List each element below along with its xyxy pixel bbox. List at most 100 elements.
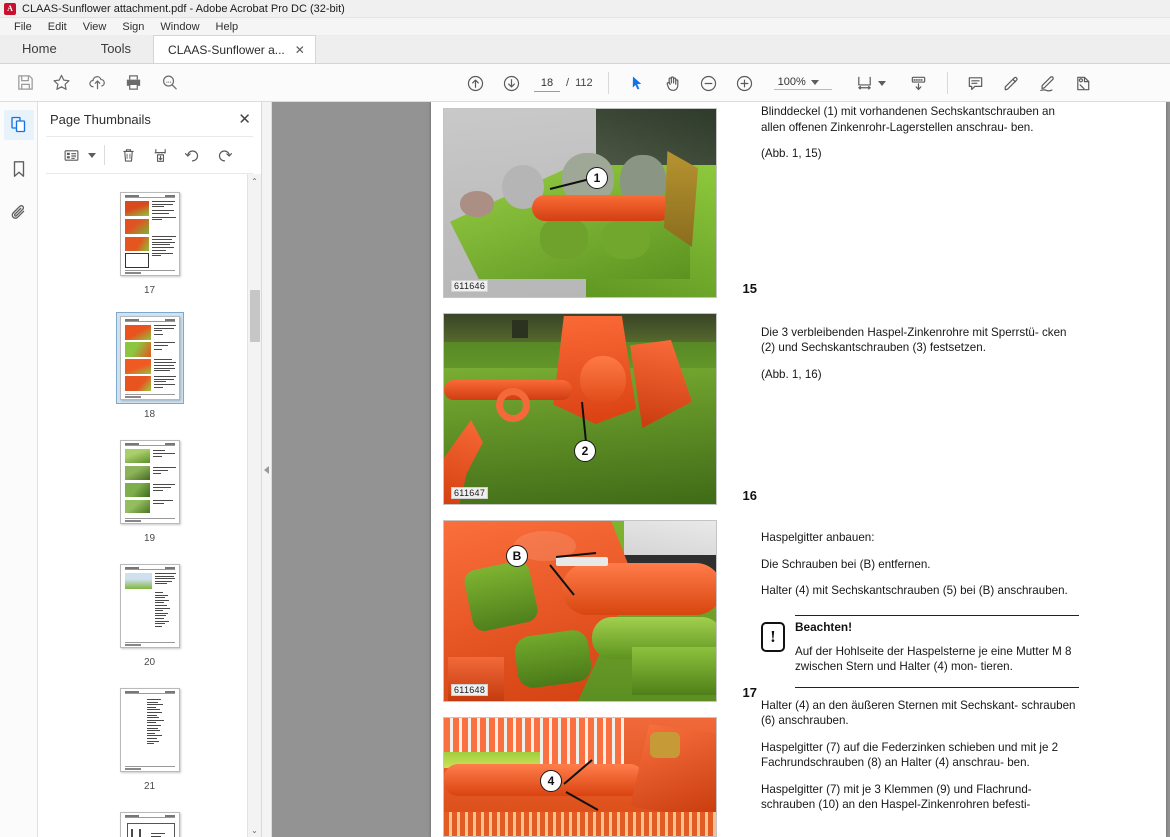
chevron-down-icon xyxy=(810,79,819,85)
thumbnail-page-20 xyxy=(119,564,180,648)
page-thumbnails-icon[interactable] xyxy=(3,110,34,140)
figure-15-callout: 1 xyxy=(586,167,608,189)
select-tool-icon[interactable] xyxy=(620,68,654,98)
paragraph-2: Die 3 verbleibenden Haspel-Zinkenrohre m… xyxy=(761,325,1067,355)
page-number-input[interactable] xyxy=(534,74,560,92)
zoom-level-select[interactable]: 100% xyxy=(773,76,832,90)
page-navigation: / 112 xyxy=(534,74,593,92)
toolbar-divider-2 xyxy=(946,72,948,94)
bookmarks-icon[interactable] xyxy=(4,154,34,184)
figure-15-image: 1 611646 xyxy=(443,108,717,298)
figure-15-number: 15 xyxy=(742,281,757,296)
thumbnail-frame-21[interactable] xyxy=(116,684,184,776)
thumbnail-frame-22[interactable] xyxy=(116,808,184,837)
paragraph-6: Halter (4) an den äußeren Sternen mit Se… xyxy=(761,698,1076,728)
figure-18-callout: 4 xyxy=(540,770,562,792)
list-item[interactable]: 22 xyxy=(116,808,184,837)
menu-bar: File Edit View Sign Window Help xyxy=(0,18,1170,36)
star-icon[interactable] xyxy=(44,68,78,98)
figure-18-image: 4 xyxy=(443,717,717,837)
thumbnail-page-number: 19 xyxy=(143,533,156,544)
figure-16-number: 16 xyxy=(742,488,757,503)
save-icon[interactable] xyxy=(8,68,42,98)
figure-gap-1 xyxy=(761,173,1079,325)
warning-icon: ! xyxy=(761,621,785,652)
upload-cloud-icon[interactable] xyxy=(80,68,114,98)
panel-collapse-handle[interactable] xyxy=(262,102,272,837)
navigation-rail xyxy=(0,102,38,837)
document-viewer[interactable]: 1 611646 15 2 611647 16 B 611648 17 4 Bl… xyxy=(272,102,1170,837)
zoom-level-value: 100% xyxy=(777,76,806,88)
hand-tool-icon[interactable] xyxy=(656,68,690,98)
rotate-ccw-icon[interactable] xyxy=(177,141,207,169)
thumbnail-scroll-area[interactable]: 17 18 19 20 21 ⌃ ⌄ xyxy=(38,174,261,837)
print-icon[interactable] xyxy=(116,68,150,98)
text-column: Blinddeckel (1) mit vorhandenen Sechskan… xyxy=(761,104,1079,824)
menu-view[interactable]: View xyxy=(75,18,115,36)
figure-17-callout: B xyxy=(506,545,528,567)
previous-page-icon[interactable] xyxy=(458,68,492,98)
figure-18: 4 xyxy=(443,717,743,837)
thumbnail-frame-20[interactable] xyxy=(116,560,184,652)
tab-document[interactable]: CLAAS-Sunflower a... ✕ xyxy=(153,35,316,63)
workspace: Page Thumbnails ✕ 17 18 19 20 21 ⌃ ⌄ 1 6… xyxy=(0,102,1170,837)
tab-strip: Home Tools CLAAS-Sunflower a... ✕ xyxy=(0,35,1170,64)
fit-page-chevron-icon[interactable] xyxy=(877,80,886,86)
list-item[interactable]: 20 xyxy=(116,560,184,684)
chevron-down-icon[interactable] xyxy=(88,152,96,158)
fit-page-icon[interactable] xyxy=(848,68,882,98)
rotate-cw-icon[interactable] xyxy=(209,141,239,169)
scroll-up-icon[interactable]: ⌃ xyxy=(248,174,261,188)
scroll-mode-icon[interactable] xyxy=(902,68,936,98)
highlight-icon[interactable] xyxy=(995,68,1029,98)
figure-17-code: 611648 xyxy=(451,684,489,696)
paragraph-8: Haspelgitter (7) mit je 3 Klemmen (9) un… xyxy=(761,782,1032,812)
menu-file[interactable]: File xyxy=(6,18,40,36)
next-page-icon[interactable] xyxy=(494,68,528,98)
thumbnail-frame-17[interactable] xyxy=(116,188,184,280)
tab-document-label: CLAAS-Sunflower a... xyxy=(168,42,285,57)
stamp-icon[interactable] xyxy=(1067,68,1101,98)
extract-pages-icon[interactable] xyxy=(145,141,175,169)
scrollbar-thumb[interactable] xyxy=(250,290,260,342)
figure-15: 1 611646 15 xyxy=(443,108,757,298)
tab-tools[interactable]: Tools xyxy=(78,35,154,63)
zoom-in-icon[interactable] xyxy=(728,68,762,98)
thumbnail-page-number: 21 xyxy=(143,781,156,792)
toolbar-center-group: / 112 100% xyxy=(458,64,1101,102)
tab-home[interactable]: Home xyxy=(0,35,79,63)
paragraph-7: Haspelgitter (7) auf die Federzinken sch… xyxy=(761,740,1059,770)
thumbnail-scrollbar[interactable]: ⌃ ⌄ xyxy=(247,174,261,837)
close-icon[interactable]: ✕ xyxy=(295,36,305,64)
attachments-icon[interactable] xyxy=(4,198,34,228)
pdf-page: 1 611646 15 2 611647 16 B 611648 17 4 Bl… xyxy=(431,102,1166,837)
menu-window[interactable]: Window xyxy=(152,18,207,36)
figure-16-code: 611647 xyxy=(451,487,489,499)
thumbnail-frame-18[interactable] xyxy=(115,312,184,404)
thumbnail-size-icon[interactable] xyxy=(56,141,86,169)
thumbnail-list: 17 18 19 20 21 xyxy=(38,188,261,837)
list-item[interactable]: 21 xyxy=(116,684,184,808)
delete-pages-icon[interactable] xyxy=(113,141,143,169)
sign-icon[interactable] xyxy=(1031,68,1065,98)
thumbnail-page-17 xyxy=(119,192,180,276)
menu-sign[interactable]: Sign xyxy=(114,18,152,36)
list-item[interactable]: 18 xyxy=(115,312,184,436)
close-icon[interactable]: ✕ xyxy=(238,112,251,127)
zoom-out-icon[interactable] xyxy=(692,68,726,98)
list-item[interactable]: 19 xyxy=(116,436,184,560)
list-item[interactable]: 17 xyxy=(116,188,184,312)
paragraph-4: Die Schrauben bei (B) entfernen. xyxy=(761,557,931,571)
search-icon[interactable] xyxy=(152,68,186,98)
figure-column: 1 611646 15 2 611647 16 B 611648 17 4 xyxy=(443,108,757,837)
figure-16-callout: 2 xyxy=(574,440,596,462)
scroll-down-icon[interactable]: ⌄ xyxy=(248,823,261,837)
page-thumbnails-panel: Page Thumbnails ✕ 17 18 19 20 21 ⌃ ⌄ xyxy=(38,102,262,837)
paragraph-2-reference: (Abb. 1, 16) xyxy=(761,367,822,381)
menu-help[interactable]: Help xyxy=(208,18,247,36)
menu-edit[interactable]: Edit xyxy=(40,18,75,36)
chevron-left-icon xyxy=(264,465,269,474)
comment-icon[interactable] xyxy=(959,68,993,98)
figure-16: 2 611647 16 xyxy=(443,313,757,505)
thumbnail-frame-19[interactable] xyxy=(116,436,184,528)
